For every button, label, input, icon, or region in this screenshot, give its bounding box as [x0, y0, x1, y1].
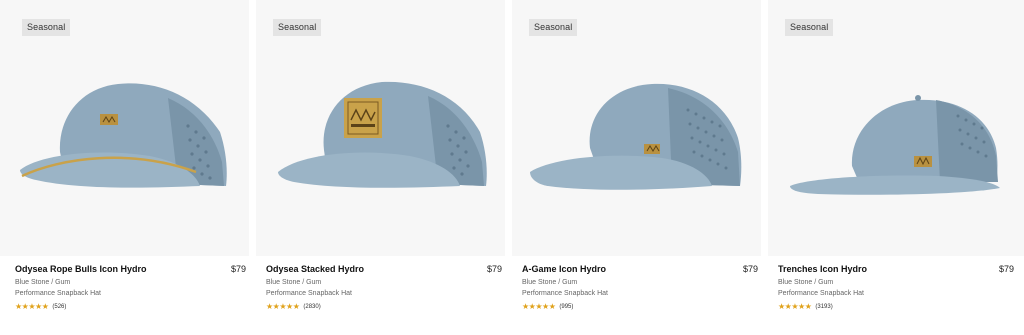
product-card[interactable]: Seasonal Trenches Icon Hydro $79 Blue St…	[768, 0, 1024, 335]
product-grid: Seasonal Odysea Rope Bulls Icon Hydro $7…	[0, 0, 1024, 335]
product-info: Trenches Icon Hydro $79 Blue Stone / Gum…	[778, 264, 1014, 311]
product-card[interactable]: Seasonal Odysea Stacked Hydro $79 Blue S…	[256, 0, 512, 335]
product-image-area[interactable]: Seasonal	[256, 0, 505, 256]
product-image-hat[interactable]	[0, 40, 256, 220]
product-name[interactable]: Trenches Icon Hydro	[778, 264, 867, 274]
star-rating-icon: ★★★★★	[266, 302, 300, 311]
product-variant: Blue Stone / Gum	[266, 279, 322, 286]
seasonal-badge: Seasonal	[785, 19, 834, 36]
product-type: Performance Snapback Hat	[15, 290, 101, 297]
product-image-hat[interactable]	[256, 40, 512, 220]
product-variant: Blue Stone / Gum	[778, 279, 834, 286]
review-count: (995)	[559, 303, 574, 310]
product-image-area[interactable]: Seasonal	[768, 0, 1024, 256]
star-rating-icon: ★★★★★	[522, 302, 556, 311]
product-image-area[interactable]: Seasonal	[0, 0, 249, 256]
product-name[interactable]: Odysea Rope Bulls Icon Hydro	[15, 264, 147, 274]
product-name[interactable]: A-Game Icon Hydro	[522, 264, 606, 274]
product-card[interactable]: Seasonal A-Game Icon Hydro $79 Blue Ston…	[512, 0, 768, 335]
review-count: (526)	[52, 303, 67, 310]
product-rating[interactable]: ★★★★★ (2830)	[266, 302, 502, 311]
product-image-area[interactable]: Seasonal	[512, 0, 761, 256]
seasonal-badge: Seasonal	[273, 19, 322, 36]
product-rating[interactable]: ★★★★★ (995)	[522, 302, 758, 311]
product-info: A-Game Icon Hydro $79 Blue Stone / Gum P…	[522, 264, 758, 311]
product-rating[interactable]: ★★★★★ (526)	[15, 302, 246, 311]
product-info: Odysea Rope Bulls Icon Hydro $79 Blue St…	[15, 264, 246, 311]
seasonal-badge: Seasonal	[529, 19, 578, 36]
product-type: Performance Snapback Hat	[522, 290, 608, 297]
product-name[interactable]: Odysea Stacked Hydro	[266, 264, 364, 274]
star-rating-icon: ★★★★★	[15, 302, 49, 311]
product-type: Performance Snapback Hat	[266, 290, 352, 297]
product-variant: Blue Stone / Gum	[522, 279, 578, 286]
review-count: (2830)	[303, 303, 321, 310]
product-variant: Blue Stone / Gum	[15, 279, 71, 286]
product-card[interactable]: Seasonal Odysea Rope Bulls Icon Hydro $7…	[0, 0, 256, 335]
seasonal-badge: Seasonal	[22, 19, 71, 36]
product-type: Performance Snapback Hat	[778, 290, 864, 297]
product-price: $79	[230, 264, 246, 274]
product-info: Odysea Stacked Hydro $79 Blue Stone / Gu…	[266, 264, 502, 311]
product-image-hat[interactable]	[768, 40, 1024, 220]
product-price: $79	[486, 264, 502, 274]
product-price: $79	[998, 264, 1014, 274]
product-image-hat[interactable]	[512, 40, 768, 220]
product-rating[interactable]: ★★★★★ (3193)	[778, 302, 1014, 311]
star-rating-icon: ★★★★★	[778, 302, 812, 311]
review-count: (3193)	[815, 303, 833, 310]
product-price: $79	[742, 264, 758, 274]
